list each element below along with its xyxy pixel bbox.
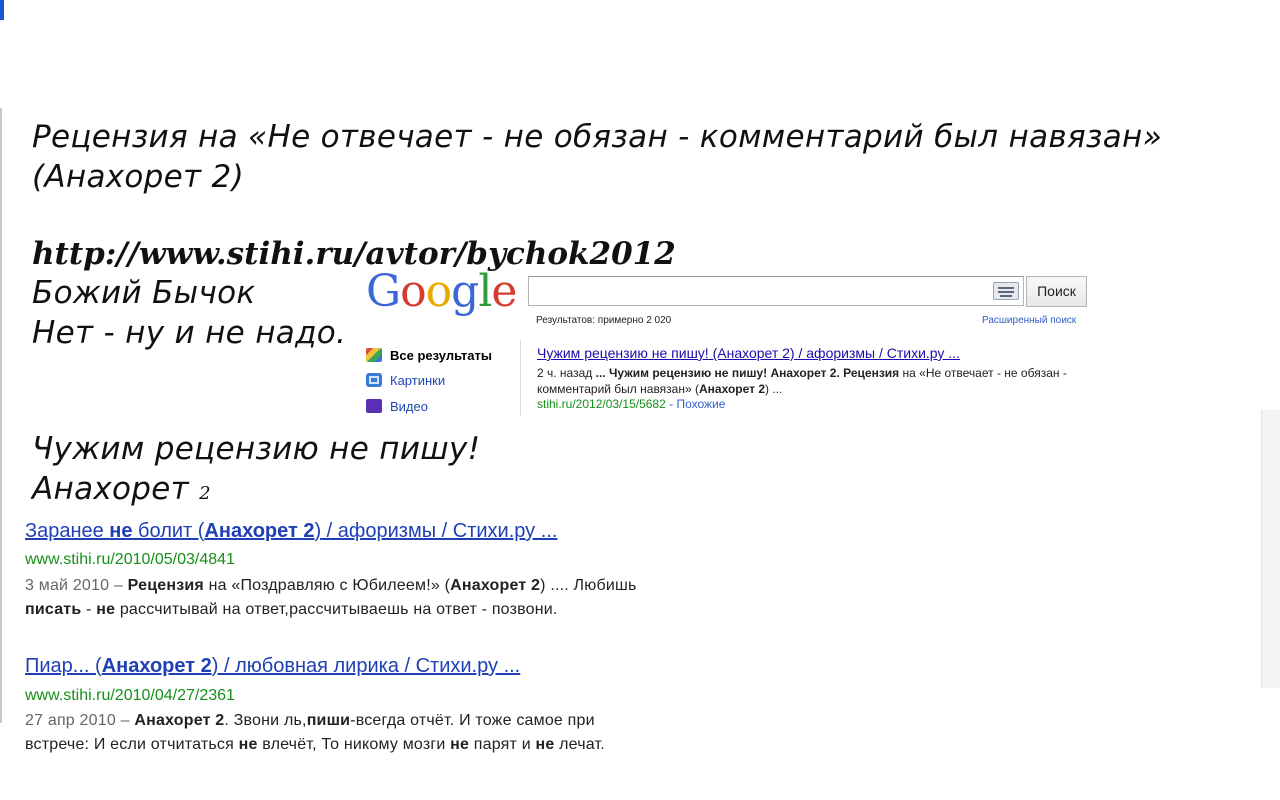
snippet-text: лечат. bbox=[554, 736, 605, 753]
logo-letter: G bbox=[366, 266, 401, 317]
snippet-bold: не bbox=[450, 736, 470, 753]
film-icon bbox=[366, 399, 382, 413]
google-result-url-line: stihi.ru/2012/03/15/5682 - Похожие bbox=[537, 397, 725, 411]
reply-text: Нет - ну и не надо. bbox=[32, 315, 347, 351]
result-date: 27 апр 2010 – bbox=[25, 712, 130, 729]
snippet-text: рассчитывай на ответ,рассчитываешь на от… bbox=[115, 601, 558, 618]
signature-name: Анахорет bbox=[32, 471, 189, 507]
logo-letter: o bbox=[400, 266, 426, 317]
signature: Анахорет 2 bbox=[32, 469, 211, 514]
google-logo: Google bbox=[366, 266, 517, 318]
snippet-text: парят и bbox=[469, 736, 536, 753]
sidebar-divider bbox=[520, 340, 521, 416]
snippet-bold: писать bbox=[25, 601, 82, 618]
sidebar-item-label: Картинки bbox=[390, 373, 446, 388]
advanced-search-link[interactable]: Расширенный поиск bbox=[982, 315, 1076, 326]
title-part: ) / афоризмы / Стихи.ру ... bbox=[314, 520, 558, 542]
snippet-bold: пиши bbox=[306, 712, 351, 729]
similar-link[interactable]: Похожие bbox=[676, 397, 725, 411]
keyboard-icon[interactable] bbox=[993, 282, 1019, 300]
snippet-time: 2 ч. назад bbox=[537, 366, 593, 380]
google-all-results-icon bbox=[366, 348, 382, 362]
snippet-bold: не bbox=[238, 736, 258, 753]
snippet-bold: Чужим рецензию не пишу! Анахорет 2. Реце… bbox=[608, 366, 900, 380]
snippet-bold: не bbox=[96, 601, 116, 618]
results-count: Результатов: примерно 2 020 bbox=[536, 315, 672, 326]
snippet-text: на «Поздравляю с Юбилеем!» ( bbox=[203, 577, 451, 594]
logo-letter: g bbox=[451, 266, 479, 317]
signature-number: 2 bbox=[199, 483, 211, 504]
logo-letter: e bbox=[491, 266, 517, 317]
url-separator: - bbox=[665, 397, 677, 411]
result-1-title[interactable]: Заранее не болит (Анахорет 2) / афоризмы… bbox=[25, 520, 557, 543]
result-1-snippet: 3 май 2010 – Рецензия на «Поздравляю с Ю… bbox=[25, 574, 785, 622]
title-part: ) / любовная лирика / Стихи.ру ... bbox=[211, 655, 521, 677]
snippet-text: - bbox=[81, 601, 97, 618]
logo-letter: l bbox=[478, 266, 492, 317]
logo-letter: o bbox=[425, 266, 452, 317]
snippet-bold: Анахорет 2 bbox=[134, 712, 225, 729]
title-part: Пиар... ( bbox=[25, 655, 102, 677]
review-heading-line2: (Анахорет 2) bbox=[32, 159, 244, 195]
snippet-bold: Рецензия bbox=[127, 577, 204, 594]
sidebar-item-images[interactable]: Картинки bbox=[366, 372, 516, 390]
google-result-snippet: 2 ч. назад ... Чужим рецензию не пишу! А… bbox=[537, 365, 1082, 397]
title-part: Заранее bbox=[25, 520, 110, 542]
snippet-text: . Звони ль, bbox=[224, 712, 307, 729]
google-result-url: stihi.ru/2012/03/15/5682 bbox=[537, 397, 666, 411]
author-name: Божий Бычок bbox=[32, 275, 256, 311]
result-date: 3 май 2010 – bbox=[25, 577, 123, 594]
snippet-text: встрече: И если отчитаться bbox=[25, 736, 239, 753]
snippet-text: ) ... bbox=[765, 382, 783, 396]
title-bold: Анахорет 2 bbox=[101, 655, 212, 677]
snippet-text: -всегда отчёт. И тоже самое при bbox=[350, 712, 595, 729]
sidebar-item-label: Все результаты bbox=[390, 348, 493, 363]
window-corner-marker bbox=[0, 0, 4, 20]
result-2-url: www.stihi.ru/2010/04/27/2361 bbox=[25, 687, 235, 704]
google-search-button[interactable]: Поиск bbox=[1026, 276, 1087, 307]
snippet-ellipsis: ... bbox=[595, 366, 606, 380]
title-bold: не bbox=[109, 520, 133, 542]
quote-text: Чужим рецензию не пишу! bbox=[32, 431, 481, 467]
result-2-title[interactable]: Пиар... (Анахорет 2) / любовная лирика /… bbox=[25, 655, 520, 678]
camera-icon bbox=[366, 373, 382, 387]
sidebar-item-all-results[interactable]: Все результаты bbox=[366, 347, 516, 365]
title-bold: Анахорет 2 bbox=[204, 520, 315, 542]
left-edge-border bbox=[0, 108, 2, 723]
right-scroll-panel bbox=[1261, 410, 1280, 688]
sidebar-item-label: Видео bbox=[390, 399, 428, 414]
sidebar-item-video[interactable]: Видео bbox=[366, 398, 516, 416]
google-search-input[interactable] bbox=[528, 276, 1024, 306]
snippet-bold: Анахорет 2 bbox=[699, 382, 766, 396]
title-part: болит ( bbox=[132, 520, 205, 542]
snippet-text: влечёт, То никому мозги bbox=[257, 736, 451, 753]
snippet-text: ) .... Любишь bbox=[540, 577, 637, 594]
result-1-url: www.stihi.ru/2010/05/03/4841 bbox=[25, 551, 235, 568]
snippet-bold: Анахорет 2 bbox=[450, 577, 541, 594]
review-heading-line1: Рецензия на «Не отвечает - не обязан - к… bbox=[32, 119, 1163, 155]
author-page-url[interactable]: http://www.stihi.ru/avtor/bychok2012 bbox=[32, 236, 676, 272]
result-2-snippet: 27 апр 2010 – Анахорет 2. Звони ль,пиши-… bbox=[25, 709, 785, 757]
google-result-title[interactable]: Чужим рецензию не пишу! (Анахорет 2) / а… bbox=[537, 345, 960, 361]
snippet-bold: не bbox=[535, 736, 555, 753]
